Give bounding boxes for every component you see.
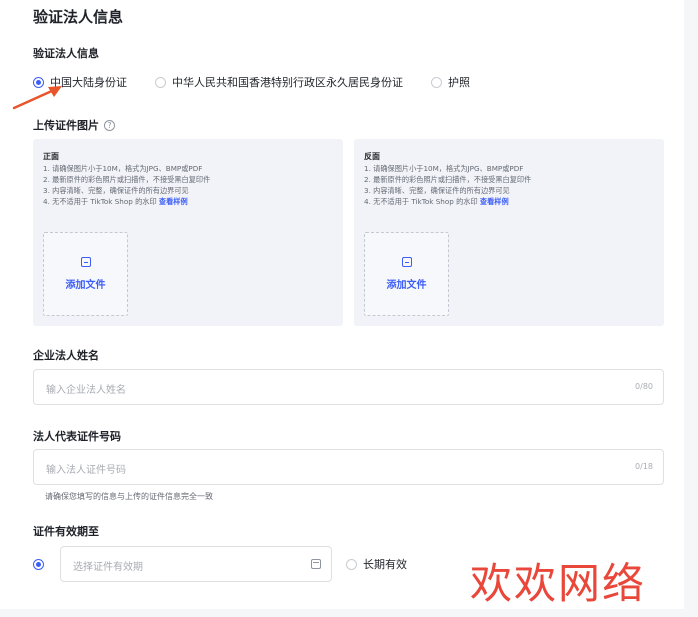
radio-option-long-term[interactable]: 长期有效 — [346, 556, 407, 572]
form-page: 验证法人信息 验证法人信息 中国大陆身份证 中华人民共和国香港特别行政区永久居民… — [0, 0, 684, 617]
requirement-line: 2. 最新原件的彩色照片或扫描件，不接受黑白复印件 — [43, 175, 211, 184]
help-icon[interactable]: ? — [104, 119, 115, 131]
legal-name-input[interactable]: 输入企业法人姓名 0/80 — [33, 369, 664, 405]
upload-card-back: 反面 1. 请确保图片小于10M，格式为JPG、BMP或PDF 2. 最新原件的… — [354, 139, 664, 326]
scrollbar-track[interactable] — [684, 0, 698, 617]
requirement-text: 4. 无不适用于 TikTok Shop 的水印 — [364, 197, 480, 206]
radio-unchecked-icon[interactable] — [346, 558, 357, 570]
page-title: 验证法人信息 — [33, 8, 124, 26]
id-number-input[interactable]: 输入法人证件号码 0/18 — [33, 449, 664, 485]
card-heading: 反面 — [364, 152, 380, 161]
watermark-text: 欢欢网络 — [470, 559, 647, 608]
add-file-label: 添加文件 — [386, 280, 427, 291]
radio-label: 长期有效 — [363, 558, 407, 571]
legal-name-label: 企业法人姓名 — [33, 349, 99, 362]
card-requirements: 1. 请确保图片小于10M，格式为JPG、BMP或PDF 2. 最新原件的彩色照… — [364, 163, 531, 207]
id-number-hint: 请确保您填写的信息与上传的证件信息完全一致 — [45, 492, 213, 501]
image-icon — [81, 257, 91, 267]
validity-label: 证件有效期至 — [33, 525, 99, 538]
char-counter: 0/18 — [635, 462, 653, 471]
upload-card-front: 正面 1. 请确保图片小于10M，格式为JPG、BMP或PDF 2. 最新原件的… — [33, 139, 343, 326]
card-requirements: 1. 请确保图片小于10M，格式为JPG、BMP或PDF 2. 最新原件的彩色照… — [43, 163, 210, 207]
requirement-line: 2. 最新原件的彩色照片或扫描件，不接受黑白复印件 — [364, 175, 532, 184]
validity-row: 选择证件有效期 长期有效 — [33, 546, 407, 582]
input-placeholder: 输入企业法人姓名 — [46, 385, 126, 396]
date-placeholder: 选择证件有效期 — [73, 562, 143, 573]
add-file-dropzone-back[interactable]: 添加文件 — [364, 232, 449, 316]
radio-option-hk-id[interactable]: 中华人民共和国香港特别行政区永久居民身份证 — [155, 74, 403, 90]
calendar-icon[interactable] — [311, 559, 321, 569]
requirement-line: 4. 无不适用于 TikTok Shop 的水印 查看样例 — [43, 196, 210, 207]
char-counter: 0/80 — [635, 382, 653, 391]
radio-checked-icon[interactable] — [33, 558, 44, 570]
requirement-line: 3. 内容清晰、完整，确保证件的所有边界可见 — [43, 186, 189, 195]
requirement-line: 4. 无不适用于 TikTok Shop 的水印 查看样例 — [364, 196, 531, 207]
radio-unchecked-icon[interactable] — [431, 76, 442, 88]
id-number-label: 法人代表证件号码 — [33, 430, 121, 443]
radio-label: 中华人民共和国香港特别行政区永久居民身份证 — [172, 76, 403, 89]
annotation-arrow-icon — [12, 86, 62, 110]
image-icon — [402, 257, 412, 267]
add-file-dropzone-front[interactable]: 添加文件 — [43, 232, 128, 316]
requirement-line: 1. 请确保图片小于10M，格式为JPG、BMP或PDF — [364, 164, 524, 173]
input-placeholder: 输入法人证件号码 — [46, 465, 126, 476]
card-heading: 正面 — [43, 152, 59, 161]
id-type-label: 验证法人信息 — [33, 47, 99, 60]
validity-date-picker[interactable]: 选择证件有效期 — [60, 546, 332, 582]
id-type-radio-group: 中国大陆身份证 中华人民共和国香港特别行政区永久居民身份证 护照 — [33, 74, 498, 90]
add-file-label: 添加文件 — [65, 280, 106, 291]
requirement-text: 4. 无不适用于 TikTok Shop 的水印 — [43, 197, 159, 206]
requirement-line: 1. 请确保图片小于10M，格式为JPG、BMP或PDF — [43, 164, 203, 173]
requirement-line: 3. 内容清晰、完整，确保证件的所有边界可见 — [364, 186, 510, 195]
radio-label: 护照 — [448, 76, 470, 89]
radio-unchecked-icon[interactable] — [155, 76, 166, 88]
view-sample-link[interactable]: 查看样例 — [480, 197, 509, 206]
upload-title-text: 上传证件图片 — [33, 119, 99, 132]
view-sample-link[interactable]: 查看样例 — [159, 197, 188, 206]
upload-section-title: 上传证件图片 ? — [33, 117, 115, 133]
radio-option-passport[interactable]: 护照 — [431, 74, 470, 90]
